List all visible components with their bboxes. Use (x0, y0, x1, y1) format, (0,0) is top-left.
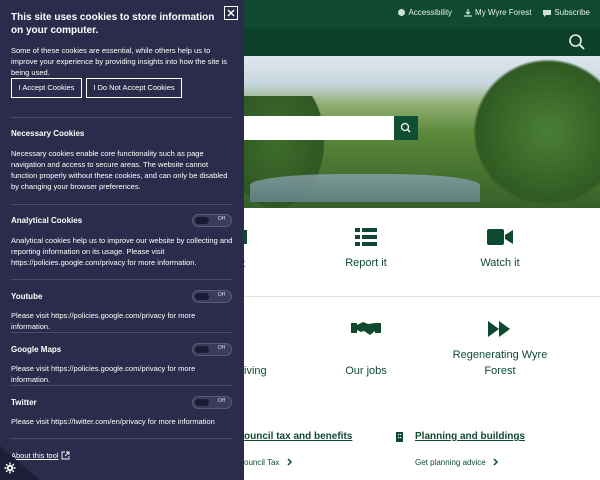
top-links: Accessibility My Wyre Forest Subscribe (398, 8, 590, 17)
tile-partial-label[interactable]: iving (244, 365, 267, 377)
council-tax-link[interactable]: ouncil Tax (244, 458, 294, 467)
search-icon[interactable] (568, 33, 586, 51)
tiles-divider (244, 296, 600, 297)
toggle-knob (195, 399, 209, 406)
tile-regenerating-wyre-forest[interactable]: Regenerating Wyre Forest (446, 320, 554, 379)
planning-advice-link[interactable]: Get planning advice (415, 458, 500, 467)
chevron-right-icon (493, 458, 499, 466)
toggle-state: Off (217, 292, 225, 298)
decline-cookies-button[interactable]: I Do Not Accept Cookies (86, 78, 182, 98)
site-search-button[interactable] (394, 116, 418, 140)
info-icon (398, 9, 406, 16)
twitter-cookies-heading: Twitter (11, 398, 37, 407)
divider (11, 204, 232, 205)
analytical-cookies-text: Analytical cookies help us to improve ou… (11, 236, 233, 267)
download-icon (464, 8, 473, 17)
site-search-input[interactable] (244, 116, 394, 140)
accessibility-link[interactable]: Accessibility (398, 8, 452, 17)
tile-watch-it[interactable]: Watch it (452, 228, 548, 269)
tile-report-it[interactable]: Report it (318, 228, 414, 269)
toggle-knob (195, 293, 209, 300)
toggle-state: Off (217, 345, 225, 351)
youtube-cookies-toggle[interactable]: Off (192, 290, 232, 303)
necessary-cookies-text: Necessary cookies enable core functional… (11, 149, 228, 191)
section-council-tax[interactable]: ouncil tax and benefits (244, 431, 352, 442)
external-link-icon (61, 451, 70, 460)
chat-icon (543, 9, 552, 17)
gear-icon (4, 462, 16, 474)
building-icon (396, 432, 403, 442)
youtube-cookies-text: Please visit https://policies.google.com… (11, 311, 196, 331)
section-planning-and-buildings[interactable]: Planning and buildings (415, 431, 525, 442)
toggle-knob (195, 217, 209, 224)
google-maps-cookies-toggle[interactable]: Off (192, 343, 232, 356)
divider (11, 438, 232, 439)
video-camera-icon (487, 229, 513, 245)
cookie-panel-title: This site uses cookies to store informat… (11, 12, 215, 36)
cookie-consent-panel: This site uses cookies to store informat… (0, 0, 244, 480)
toggle-state: Off (217, 398, 225, 404)
cookie-intro-text: Some of these cookies are essential, whi… (11, 46, 227, 77)
subscribe-link[interactable]: Subscribe (543, 8, 590, 17)
analytical-cookies-heading: Analytical Cookies (11, 216, 83, 225)
chevron-right-icon (287, 458, 292, 466)
google-maps-cookies-text: Please visit https://policies.google.com… (11, 364, 196, 384)
accept-cookies-button[interactable]: I Accept Cookies (11, 78, 82, 98)
divider (11, 117, 232, 118)
list-icon (355, 228, 377, 246)
divider (11, 332, 232, 333)
divider (11, 385, 232, 386)
tile-icon (244, 230, 247, 244)
toggle-knob (195, 346, 209, 353)
search-icon (400, 122, 411, 133)
close-icon (227, 9, 235, 17)
divider (11, 279, 232, 280)
twitter-cookies-toggle[interactable]: Off (192, 396, 232, 409)
my-wyre-forest-link[interactable]: My Wyre Forest (464, 8, 531, 17)
tile-our-jobs[interactable]: Our jobs (318, 320, 414, 377)
close-button[interactable] (224, 6, 238, 20)
google-maps-cookies-heading: Google Maps (11, 345, 62, 354)
handshake-icon (351, 322, 381, 335)
analytical-cookies-toggle[interactable]: Off (192, 214, 232, 227)
youtube-cookies-heading: Youtube (11, 292, 43, 301)
twitter-cookies-text: Please visit https://twitter.com/en/priv… (11, 417, 215, 426)
fast-forward-icon (488, 321, 510, 337)
toggle-state: Off (217, 216, 225, 222)
necessary-cookies-heading: Necessary Cookies (11, 129, 85, 138)
